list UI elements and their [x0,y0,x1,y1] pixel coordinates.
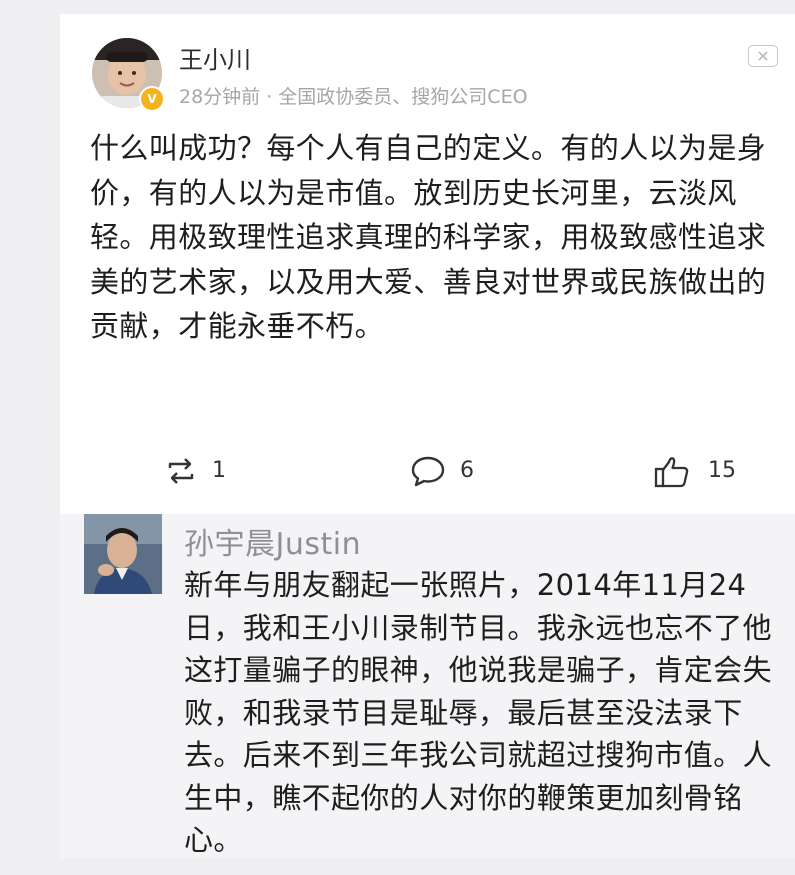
repost-icon [168,458,194,484]
reply-author-avatar[interactable] [84,514,162,594]
post-meta: 28分钟前 · 全国政协委员、搜狗公司CEO [179,86,528,108]
comment-count: 6 [460,458,474,483]
comment-icon [411,456,445,487]
close-icon [758,51,768,61]
like-count: 15 [708,458,736,483]
close-button[interactable] [748,45,778,67]
thumbs-up-icon [654,457,689,488]
post-author-name[interactable]: 王小川 [179,40,251,75]
reply-body: 新年与朋友翻起一张照片，2014年11月24日，我和王小川录制节目。我永远也忘不… [184,568,773,857]
post-body: 什么叫成功？每个人有自己的定义。有的人以为是身价，有的人以为是市值。放到历史长河… [90,131,767,343]
reply-author-name[interactable]: 孙宇晨Justin [184,519,361,563]
verified-badge-icon: V [139,86,165,112]
repost-count: 1 [212,458,226,483]
